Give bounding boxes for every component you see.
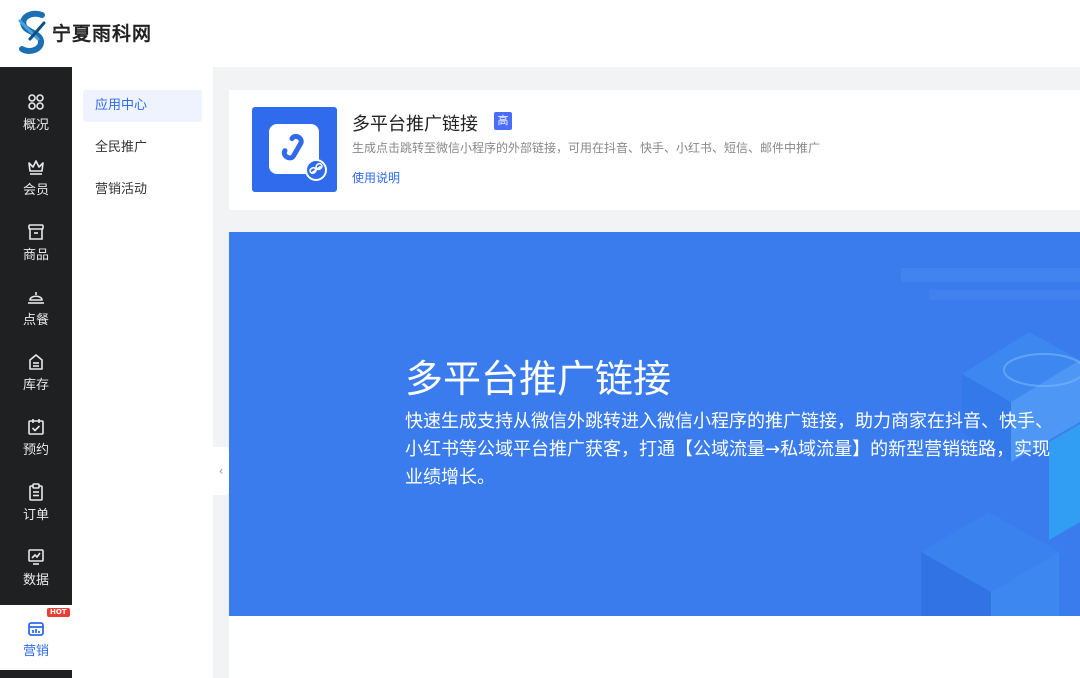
sidebar-item-label: 概况 [22,118,49,133]
app-title: 多平台推广链接 [352,114,478,135]
sidebar-item-marketing[interactable]: HOT 营销 [0,605,72,670]
sidebar-item-label: 会员 [22,183,49,198]
promo-banner: 多平台推广链接 快速生成支持从微信外跳转进入微信小程序的推广链接，助力商家在抖音… [229,232,1080,616]
usage-guide-link[interactable]: 使用说明 [352,169,400,186]
sidebar-item-label: 数据 [22,573,49,588]
grid-icon [28,94,44,110]
marketing-icon [28,622,44,636]
content-area [229,616,1080,678]
banner-description: 快速生成支持从微信外跳转进入微信小程序的推广链接，助力商家在抖音、快手、小红书等… [405,411,1053,488]
collapse-menu-handle[interactable]: ‹ [213,447,229,495]
sidebar-item-label: 订单 [22,508,49,523]
sidebar-item-products[interactable]: 商品 [0,215,72,280]
brand-s-logo-icon[interactable] [14,9,50,57]
banner-title: 多平台推广链接 [405,357,672,401]
sidebar-item-inventory[interactable]: 库存 [0,345,72,410]
sidebar-item-overview[interactable]: 概况 [0,85,72,150]
app-info-card: 多平台推广链接 高 生成点击跳转至微信小程序的外部链接，可用在抖音、快手、小红书… [229,90,1080,210]
sidebar-item-label: 营销 [22,644,49,659]
submenu-item-app-center[interactable]: 应用中心 [83,90,202,122]
hot-badge: HOT [47,608,70,617]
app-icon-tile [252,107,337,192]
dish-cover-icon [28,292,44,304]
clipboard-icon [29,483,43,501]
sidebar-item-data[interactable]: 数据 [0,540,72,605]
mini-program-link-icon [269,124,327,181]
sidebar-item-label: 商品 [22,248,49,263]
sidebar-item-label: 预约 [22,443,49,458]
calendar-check-icon [28,419,44,435]
sidebar-item-members[interactable]: 会员 [0,150,72,215]
sidebar-item-label: 库存 [22,378,49,393]
main-sidebar: 概况 会员 商品 点餐 库存 预约 订单 数据 HOT 营销 [0,67,72,678]
sidebar-item-booking[interactable]: 预约 [0,410,72,475]
level-badge: 高 [494,112,512,130]
inventory-icon [29,354,43,370]
app-description: 生成点击跳转至微信小程序的外部链接，可用在抖音、快手、小红书、短信、邮件中推广 [352,141,821,155]
sidebar-item-ordering[interactable]: 点餐 [0,280,72,345]
crown-icon [28,160,44,175]
chart-screen-icon [28,549,44,565]
submenu-item-marketing-activity[interactable]: 营销活动 [83,174,202,206]
submenu-item-promotion[interactable]: 全民推广 [83,132,202,164]
sidebar-item-label: 点餐 [22,313,49,328]
sidebar-item-orders[interactable]: 订单 [0,475,72,540]
top-header: 宁夏雨科网 [0,0,1080,67]
shop-icon [28,224,44,240]
brand-name[interactable]: 宁夏雨科网 [52,19,152,46]
secondary-menu: 应用中心 全民推广 营销活动 [72,67,213,678]
